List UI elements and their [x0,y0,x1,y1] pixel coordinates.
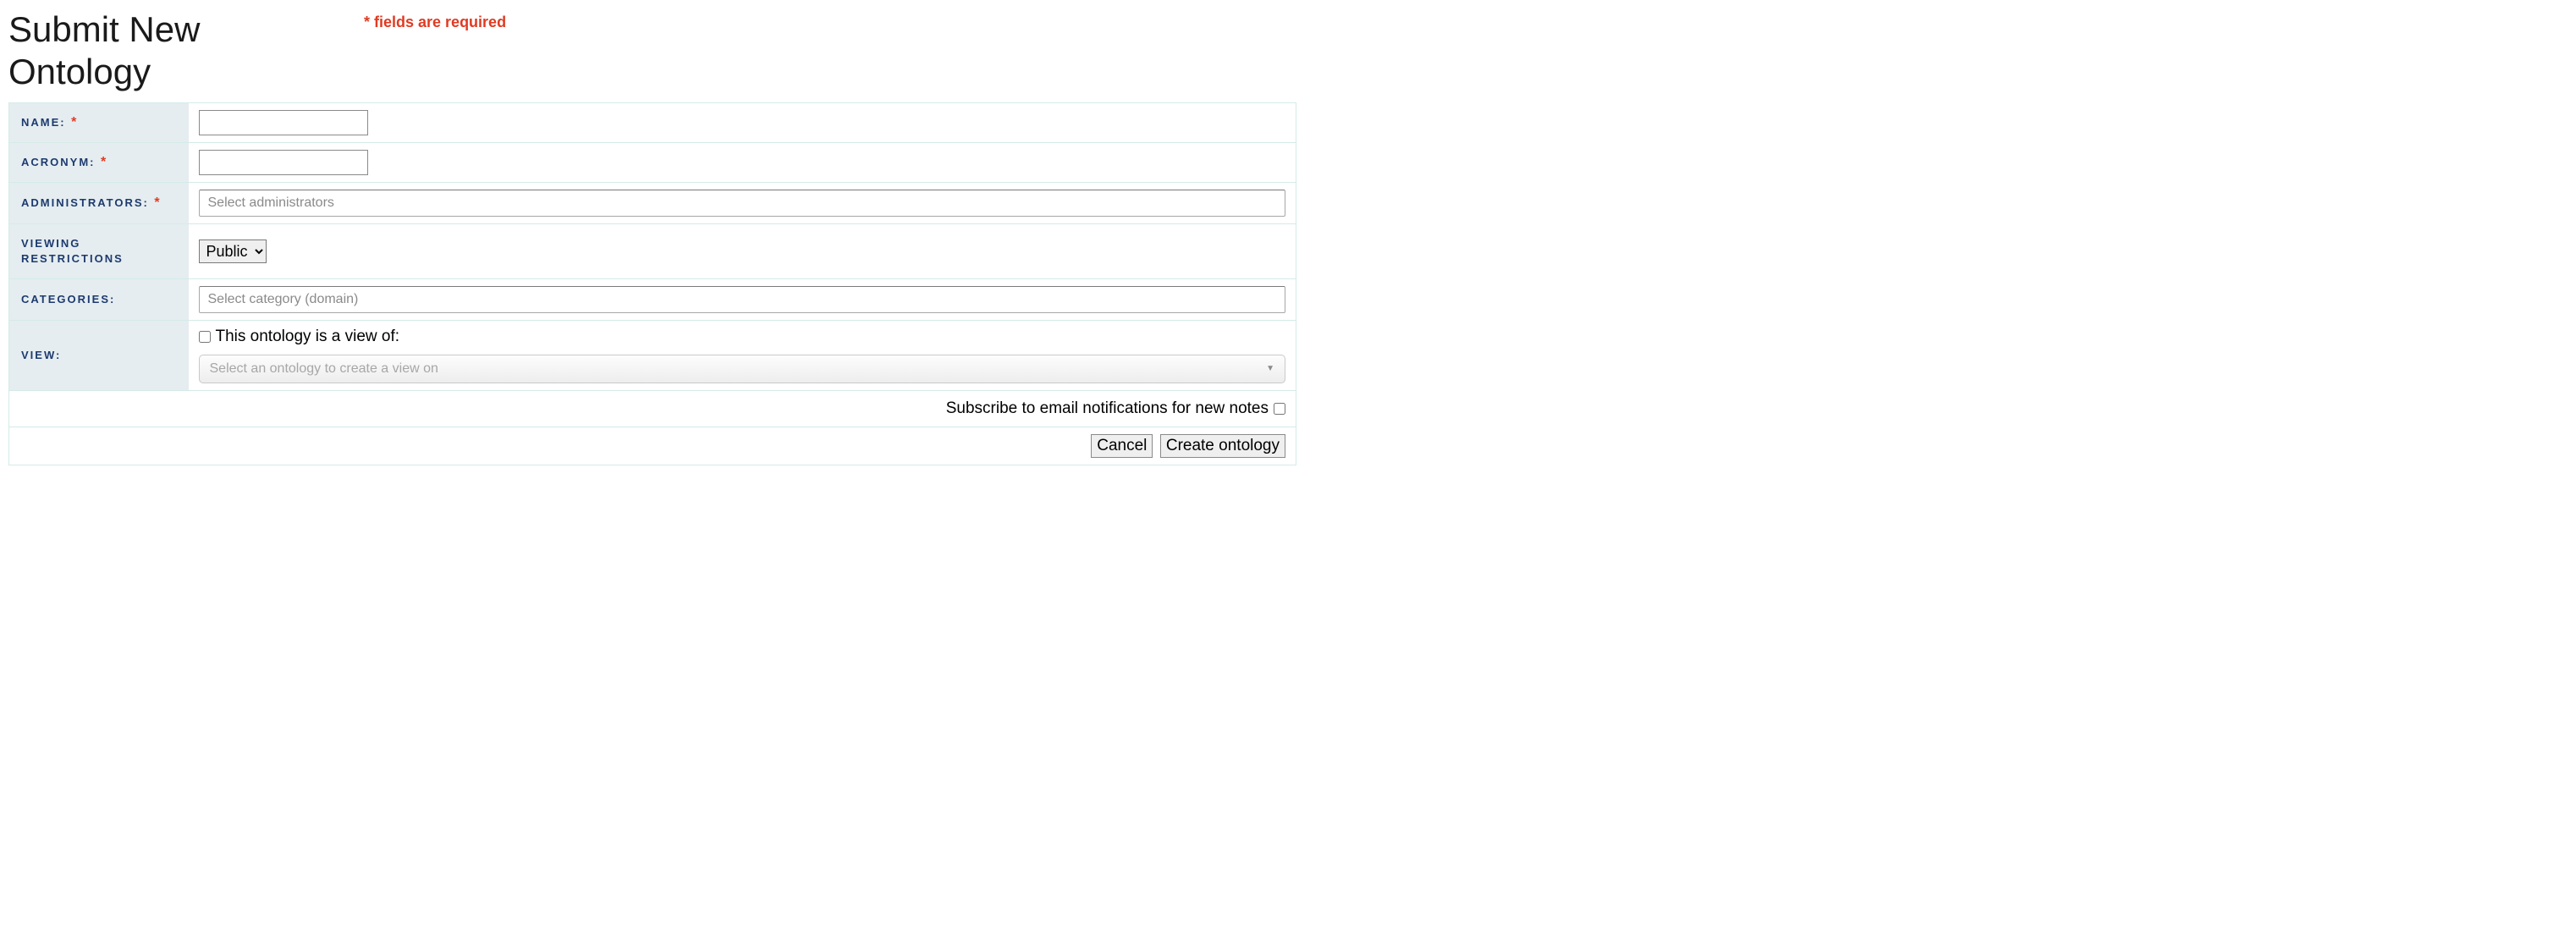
view-ontology-select[interactable]: Select an ontology to create a view on ▼ [199,355,1286,383]
viewing-restrictions-select[interactable]: Public [199,240,267,263]
cancel-button[interactable]: Cancel [1091,434,1153,458]
acronym-row: ACRONYM: * [9,142,1296,182]
view-label: VIEW: [21,349,61,361]
create-ontology-button[interactable]: Create ontology [1160,434,1285,458]
ontology-form-table: NAME: * ACRONYM: * ADMINISTRATORS: * Sel… [8,102,1296,465]
view-row: VIEW: This ontology is a view of: Select… [9,320,1296,390]
viewing-restrictions-label: VIEWING RESTRICTIONS [21,237,124,265]
page-title: Submit New Ontology [8,8,347,94]
view-ontology-placeholder: Select an ontology to create a view on [210,361,438,377]
chevron-down-icon: ▼ [1266,364,1274,373]
name-label: NAME: [21,116,66,129]
button-row: Cancel Create ontology [9,427,1296,465]
name-row: NAME: * [9,102,1296,142]
categories-select[interactable]: Select category (domain) [199,286,1286,313]
categories-label: CATEGORIES: [21,293,115,306]
required-asterisk-icon: * [101,155,106,169]
required-asterisk-icon: * [71,115,76,129]
administrators-row: ADMINISTRATORS: * Select administrators [9,182,1296,223]
required-fields-note: * fields are required [364,14,506,31]
administrators-label: ADMINISTRATORS: [21,196,149,209]
viewing-restrictions-row: VIEWING RESTRICTIONS Public [9,223,1296,278]
acronym-input[interactable] [199,150,368,175]
acronym-label: ACRONYM: [21,156,96,168]
subscribe-checkbox[interactable] [1274,403,1285,415]
subscribe-row: Subscribe to email notifications for new… [9,390,1296,427]
subscribe-label: Subscribe to email notifications for new… [946,399,1269,418]
view-checkbox-label: This ontology is a view of: [216,328,400,346]
required-asterisk-icon: * [154,195,159,210]
categories-row: CATEGORIES: Select category (domain) [9,278,1296,320]
name-input[interactable] [199,110,368,135]
view-checkbox[interactable] [199,331,211,343]
administrators-select[interactable]: Select administrators [199,190,1286,217]
